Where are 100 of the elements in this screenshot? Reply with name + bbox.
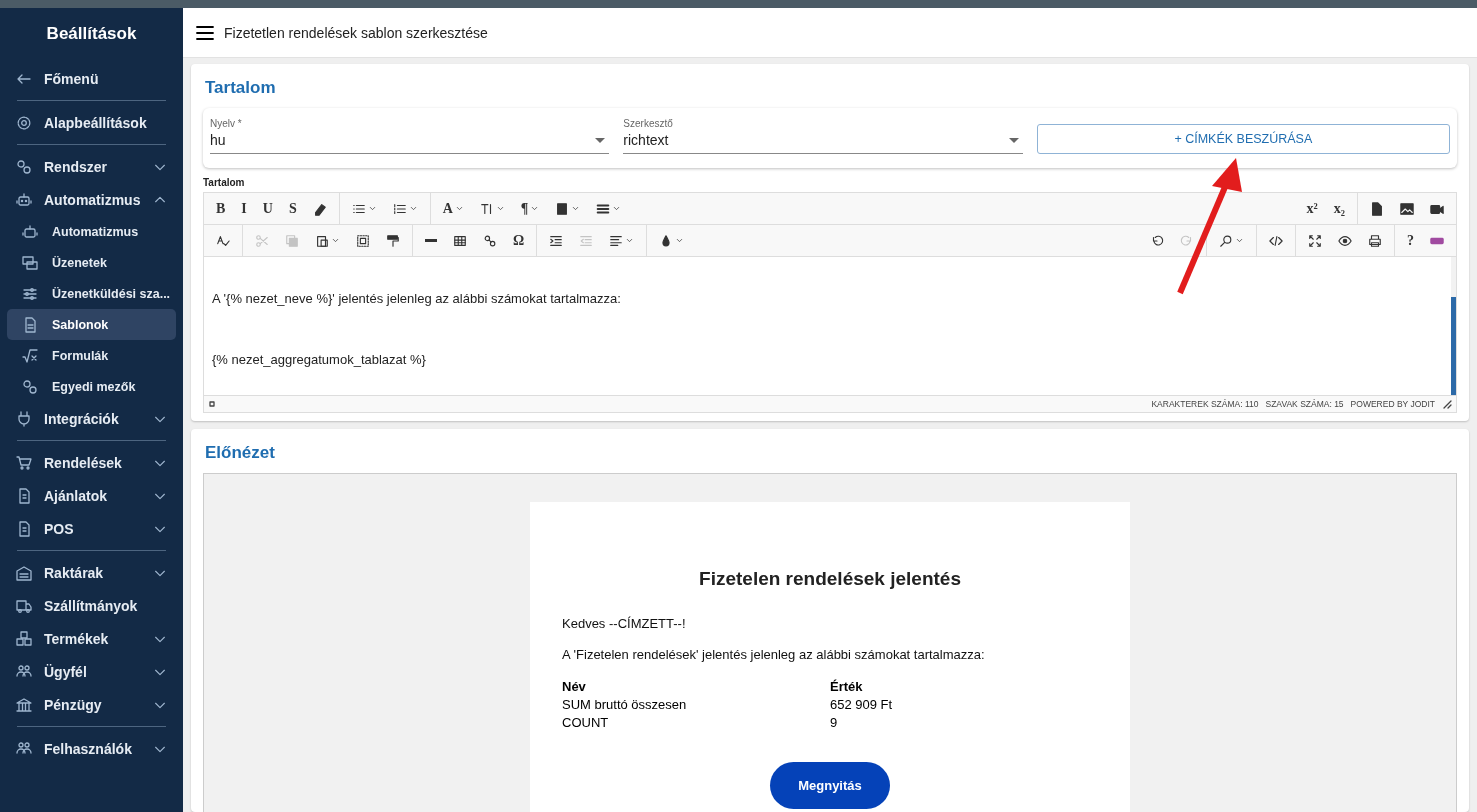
find-icon <box>1219 233 1233 248</box>
plug-icon <box>16 410 32 427</box>
file-icon <box>1370 201 1384 216</box>
sidebar-item[interactable]: Termékek <box>0 622 183 655</box>
editor-text: A '{% nezet_neve %}' jelentés jelenleg az alábbi számokat tartalmazza: <box>212 290 622 306</box>
toolbar-button[interactable]: ? <box>1399 227 1422 254</box>
toolbar-button[interactable]: ¶ <box>512 195 548 222</box>
sidebar-subitem[interactable]: Sablonok <box>7 309 176 340</box>
toolbar-button[interactable]: U <box>254 195 281 222</box>
sliders-icon <box>22 285 38 302</box>
toolbar-button[interactable]: S <box>280 195 305 222</box>
sidebar-item[interactable]: Rendelések <box>0 446 183 479</box>
table-cell-text: 652 909 Ft <box>830 696 894 714</box>
truck-icon <box>16 597 32 614</box>
indent-icon <box>549 233 564 248</box>
table-cell: COUNT <box>562 714 830 732</box>
eye-icon <box>1338 233 1352 248</box>
column-header: Név <box>562 678 830 696</box>
sidebar-item[interactable]: Alapbeállítások <box>0 106 183 139</box>
toolbar-button[interactable]: B <box>208 195 234 222</box>
sidebar-item[interactable]: Integrációk <box>0 402 183 435</box>
resize-handle-icon <box>1442 399 1452 409</box>
sidebar-item[interactable]: Ajánlatok <box>0 479 183 512</box>
settings-icon <box>16 114 32 131</box>
dropdown-caret-icon <box>612 204 622 213</box>
toolbar-button[interactable]: Ω <box>505 227 533 254</box>
dropdown-caret-icon <box>625 236 635 245</box>
table-lines-icon <box>596 201 611 216</box>
sidebar-item[interactable]: Ügyfél <box>0 655 183 688</box>
boxes-icon <box>16 630 32 647</box>
warehouse-icon <box>16 564 32 581</box>
toolbar-button[interactable]: A <box>434 195 472 222</box>
editor-area[interactable]: A '{% nezet_neve %}' jelentés jelenleg az alábbi számokat tartalmazza: {% nezet_aggregatumok_tablazat %} <box>204 257 1456 395</box>
sidebar-item[interactable]: Automatizmus <box>0 183 183 216</box>
scrollbar-thumb[interactable] <box>1451 297 1456 395</box>
sidebar-subitem[interactable]: Automatizmus <box>7 216 176 247</box>
sidebar-subitem[interactable]: Egyedi mezők <box>7 371 176 402</box>
align-left-icon <box>609 233 624 248</box>
robot-icon <box>16 191 32 208</box>
toolbar-button[interactable]: x₂ <box>1325 195 1353 222</box>
status-text: POWERED BY JODIT <box>1350 399 1435 409</box>
select-field[interactable]: Nyelv * hu <box>210 118 610 154</box>
dropdown-caret-icon <box>331 236 340 245</box>
image-icon <box>1400 201 1414 216</box>
toolbar-button[interactable]: I <box>233 195 255 222</box>
paragraph-style-icon <box>555 201 570 216</box>
invoice-icon <box>16 520 32 537</box>
menu-icon <box>196 23 214 42</box>
open-button[interactable]: Megnyitás <box>770 762 890 809</box>
invoice-icon <box>16 487 32 504</box>
table-cell-text: 9 <box>830 714 839 732</box>
spellcheck-icon <box>216 233 230 248</box>
email-text: Kedves --CÍMZETT--! <box>562 616 687 631</box>
redo-icon <box>1180 233 1194 248</box>
dropdown-caret-icon <box>495 204 505 213</box>
toolbar-button[interactable]: x² <box>1298 195 1326 222</box>
square-root-icon <box>22 347 38 364</box>
dropdown-caret-icon <box>571 204 581 213</box>
printer-icon <box>1368 233 1382 248</box>
fullscreen-icon <box>1308 233 1322 248</box>
copy-icon <box>285 233 299 248</box>
dropdown-caret-icon <box>454 204 464 213</box>
source-code-icon <box>1269 233 1283 248</box>
document-icon <box>22 316 38 333</box>
sidebar-title: Beállítások <box>45 23 138 45</box>
editor-label: Tartalom <box>203 176 246 190</box>
sidebar-item[interactable]: Pénzügy <box>0 688 183 721</box>
table-cell: SUM bruttó összesen <box>562 696 830 714</box>
select-field[interactable]: Szerkesztő richtext <box>623 118 1023 154</box>
insert-tags-button[interactable]: + CÍMKÉK BESZÚRÁSA <box>1036 124 1450 154</box>
sidebar-item[interactable]: Raktárak <box>0 556 183 589</box>
status-text: KARAKTEREK SZÁMA: 110 <box>1151 399 1259 409</box>
paste-icon <box>315 233 329 248</box>
cart-icon <box>16 454 32 471</box>
bank-icon <box>16 696 32 713</box>
cut-icon <box>255 233 269 248</box>
sidebar-item[interactable]: Felhasználók <box>0 732 183 765</box>
messages-icon <box>22 254 38 271</box>
undo-icon <box>1150 233 1164 248</box>
select-all-icon <box>356 233 370 248</box>
back-link[interactable]: Főmenü <box>0 62 183 95</box>
numbered-list-icon <box>392 201 407 216</box>
resize-icon <box>208 400 216 408</box>
sidebar-item[interactable]: Szállítmányok <box>0 589 183 622</box>
sidebar-item[interactable]: Rendszer <box>0 150 183 183</box>
dropdown-caret-icon <box>408 204 418 213</box>
email-text: A 'Fizetelen rendelések' jelentés jelenleg az alábbi számokat tartalmazza: <box>562 647 986 662</box>
dropdown-caret-icon <box>530 204 540 213</box>
sidebar-subitem[interactable]: Üzenetküldési sza... <box>7 278 176 309</box>
sidebar-subitem[interactable]: Üzenetek <box>7 247 176 278</box>
section-title: Előnézet <box>204 442 276 464</box>
column-header: Érték <box>830 678 864 696</box>
dropdown-caret-icon <box>367 204 377 213</box>
sidebar-item[interactable]: POS <box>0 512 183 545</box>
outdent-icon <box>579 233 594 248</box>
eraser-icon <box>312 201 327 216</box>
gears-icon <box>22 378 38 395</box>
sidebar-subitem[interactable]: Formulák <box>7 340 176 371</box>
editor-text: {% nezet_aggregatumok_tablazat %} <box>212 351 427 367</box>
font-size-icon <box>479 201 494 216</box>
